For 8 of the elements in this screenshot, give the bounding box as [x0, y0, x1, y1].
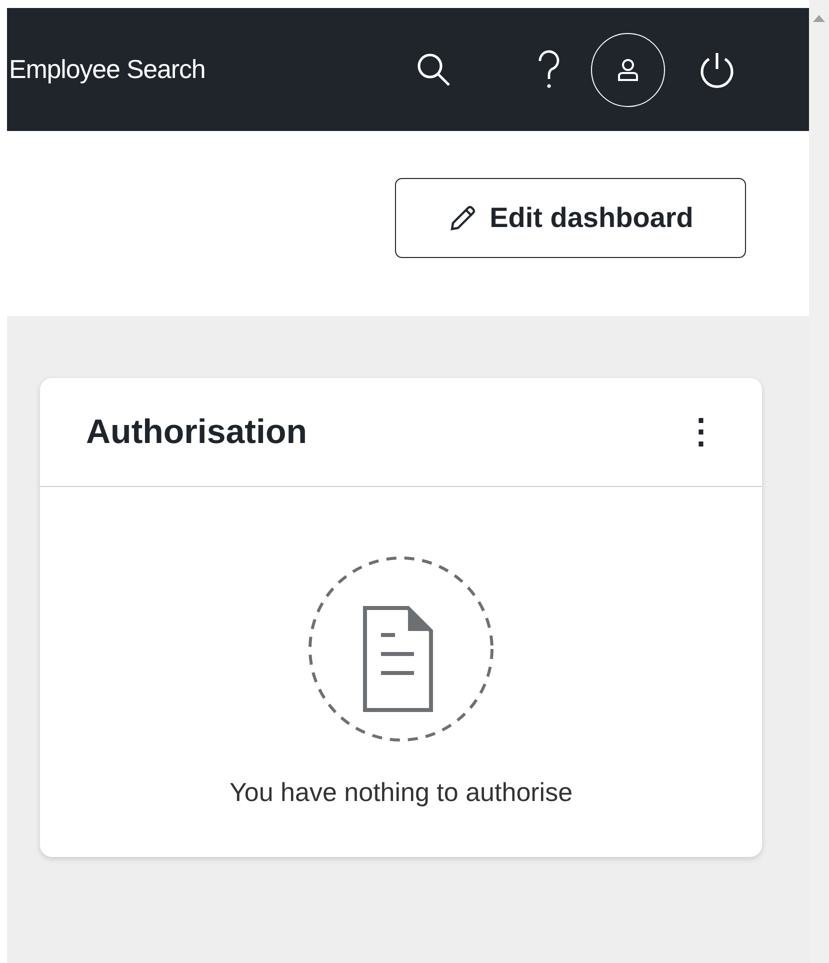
empty-document-icon	[307, 555, 495, 743]
edit-dashboard-button[interactable]: Edit dashboard	[395, 178, 746, 258]
pencil-icon	[448, 203, 478, 233]
card-title: Authorisation	[86, 412, 307, 452]
app-title: Employee Search	[9, 53, 206, 86]
more-options-button[interactable]: ⋮	[680, 415, 722, 449]
empty-message: You have nothing to authorise	[229, 776, 573, 809]
user-icon[interactable]	[591, 32, 665, 106]
